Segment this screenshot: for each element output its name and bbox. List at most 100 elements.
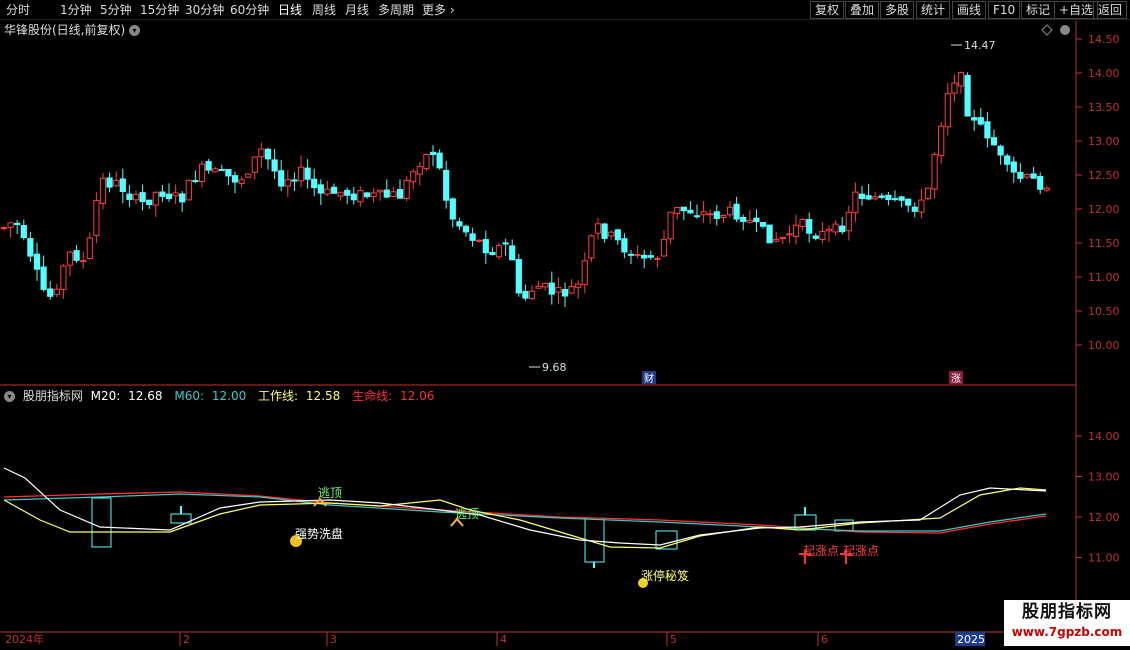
candle-body <box>509 245 516 261</box>
candle-body <box>693 215 701 218</box>
candle-body <box>132 193 140 201</box>
diamond-icon[interactable] <box>1041 24 1053 36</box>
life-line-label: 生命线: <box>352 389 393 403</box>
candle-body <box>905 198 912 206</box>
candle-body <box>251 156 258 173</box>
time-label-may: 5 <box>670 633 677 646</box>
candle-body <box>792 224 800 238</box>
candle-body <box>581 260 588 286</box>
candle-body <box>608 231 615 237</box>
signal-strong-washout: 强势洗盘 <box>290 526 343 547</box>
candle-body <box>377 189 384 193</box>
time-label-jun: 6 <box>821 633 828 646</box>
indicator-name[interactable]: 股朋指标网 <box>23 389 83 403</box>
candle-body <box>396 189 404 199</box>
signal-strong-washout-label: 强势洗盘 <box>295 526 343 541</box>
chevron-down-icon[interactable]: ▾ <box>4 391 15 402</box>
life-line <box>3 491 1047 534</box>
candle-body <box>423 154 430 169</box>
candle-body <box>812 235 819 239</box>
candle-body <box>990 137 998 146</box>
candle-body <box>858 193 866 199</box>
candle-body <box>278 170 285 187</box>
work-line-readout: 工作线: 12.58 <box>258 389 344 403</box>
finance-event-marker[interactable]: 财 <box>642 371 656 385</box>
signal-limit-up-secret: 涨停秘笈 <box>638 568 689 588</box>
candle-body <box>0 227 8 230</box>
candle-body <box>753 217 760 223</box>
candle-body <box>172 192 179 197</box>
candle-body <box>47 288 54 297</box>
price-tick-label: 12.50 <box>1088 169 1120 182</box>
price-tick-label: 13.00 <box>1088 135 1120 148</box>
candle-body <box>264 148 272 160</box>
candle-body <box>654 257 661 260</box>
candle-body <box>119 178 126 193</box>
life-line-readout: 生命线: 12.06 <box>352 389 438 403</box>
m20-label: M20: <box>90 389 121 403</box>
ind-tick-label: 14.00 <box>1088 430 1120 443</box>
price-tick-label: 10.00 <box>1088 339 1120 352</box>
candle-body <box>528 290 536 300</box>
price-tick-label: 14.50 <box>1088 33 1120 46</box>
candle-body <box>957 72 965 87</box>
ind-tick-label: 11.00 <box>1088 552 1120 565</box>
candle-body <box>865 195 872 200</box>
candle-body <box>383 189 390 198</box>
ind-box-1 <box>91 497 112 548</box>
candle-body <box>284 179 291 187</box>
candle-body <box>476 239 483 242</box>
candle-body <box>634 254 641 257</box>
candle-body <box>429 151 437 155</box>
candle-body <box>687 209 694 214</box>
candle-body <box>324 188 331 195</box>
candle-body <box>14 222 21 226</box>
candle-body <box>297 166 305 182</box>
candle-body <box>726 206 734 216</box>
limit-up-event-label: 涨 <box>951 373 961 385</box>
candle-body <box>773 238 780 242</box>
candle-body <box>363 192 371 198</box>
candle-body <box>759 222 767 227</box>
main-price-ticks: 14.50 14.00 13.50 13.00 12.50 12.00 11.50 11.00… <box>1076 33 1120 352</box>
price-tick-label: 10.50 <box>1088 305 1120 318</box>
candle-body <box>416 166 423 175</box>
candle-body <box>951 82 958 94</box>
candle-body <box>179 193 186 203</box>
candle-body <box>231 175 239 183</box>
price-tick-label: 13.50 <box>1088 101 1120 114</box>
candle-body <box>766 224 773 244</box>
candle-body <box>225 169 232 177</box>
candle-body <box>660 238 668 257</box>
signal-rise-start-1: 起涨点 <box>799 543 839 564</box>
candle-body <box>720 214 727 219</box>
indicator-header: ▾ 股朋指标网 M20: 12.68 M60: 12.00 工作线: 12.58… <box>4 387 442 404</box>
m60-readout: M60: 12.00 <box>174 389 250 403</box>
candle-body <box>938 125 945 157</box>
candle-body <box>99 177 107 204</box>
limit-up-event-marker[interactable]: 涨 <box>949 371 963 385</box>
candle-body <box>984 121 991 139</box>
candle-body <box>205 161 212 171</box>
candle-body <box>7 222 14 228</box>
time-label-2024: 2024年 <box>5 632 44 646</box>
candle-body <box>977 117 984 125</box>
candle-body <box>852 191 859 214</box>
candle-body <box>317 184 324 194</box>
candle-body <box>390 191 397 197</box>
candle-body <box>542 282 549 288</box>
time-label-2025: 2025 <box>957 633 985 646</box>
signal-rise-start-2: 起涨点 <box>840 543 879 564</box>
candle-body <box>1004 155 1011 165</box>
settings-circle-icon[interactable] <box>1060 25 1070 35</box>
time-axis: 2024年 2 3 4 5 6 2025 <box>5 632 985 646</box>
candle-body <box>700 211 707 216</box>
candle-body <box>370 192 377 198</box>
price-tick-label: 14.00 <box>1088 67 1120 80</box>
signal-escape-top-2-label: 逃顶 <box>455 507 479 521</box>
candle-body <box>53 288 60 295</box>
candle-body <box>1017 171 1024 179</box>
candle-body <box>443 169 450 201</box>
candle-body <box>80 260 87 263</box>
candle-body <box>885 194 892 201</box>
